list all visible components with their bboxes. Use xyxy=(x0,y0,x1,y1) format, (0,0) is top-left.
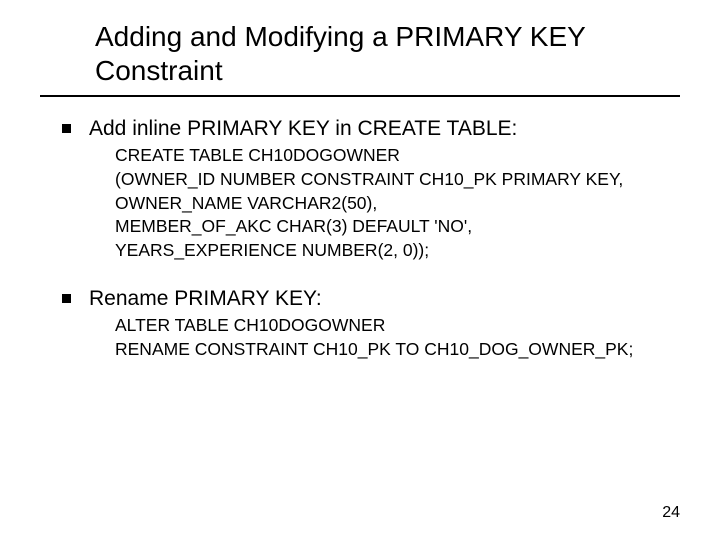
square-bullet-icon xyxy=(62,124,71,133)
square-bullet-icon xyxy=(62,294,71,303)
bullet-row: Add inline PRIMARY KEY in CREATE TABLE: xyxy=(62,115,680,142)
section-rename: Rename PRIMARY KEY: ALTER TABLE CH10DOGO… xyxy=(40,285,680,362)
section-heading: Rename PRIMARY KEY: xyxy=(89,285,322,312)
page-number: 24 xyxy=(662,504,680,522)
bullet-row: Rename PRIMARY KEY: xyxy=(62,285,680,312)
code-block: CREATE TABLE CH10DOGOWNER (OWNER_ID NUMB… xyxy=(115,144,680,262)
title-underline xyxy=(40,95,680,97)
slide-title: Adding and Modifying a PRIMARY KEY Const… xyxy=(95,20,680,87)
section-add-inline: Add inline PRIMARY KEY in CREATE TABLE: … xyxy=(40,115,680,262)
section-heading: Add inline PRIMARY KEY in CREATE TABLE: xyxy=(89,115,517,142)
code-block: ALTER TABLE CH10DOGOWNER RENAME CONSTRAI… xyxy=(115,314,680,361)
